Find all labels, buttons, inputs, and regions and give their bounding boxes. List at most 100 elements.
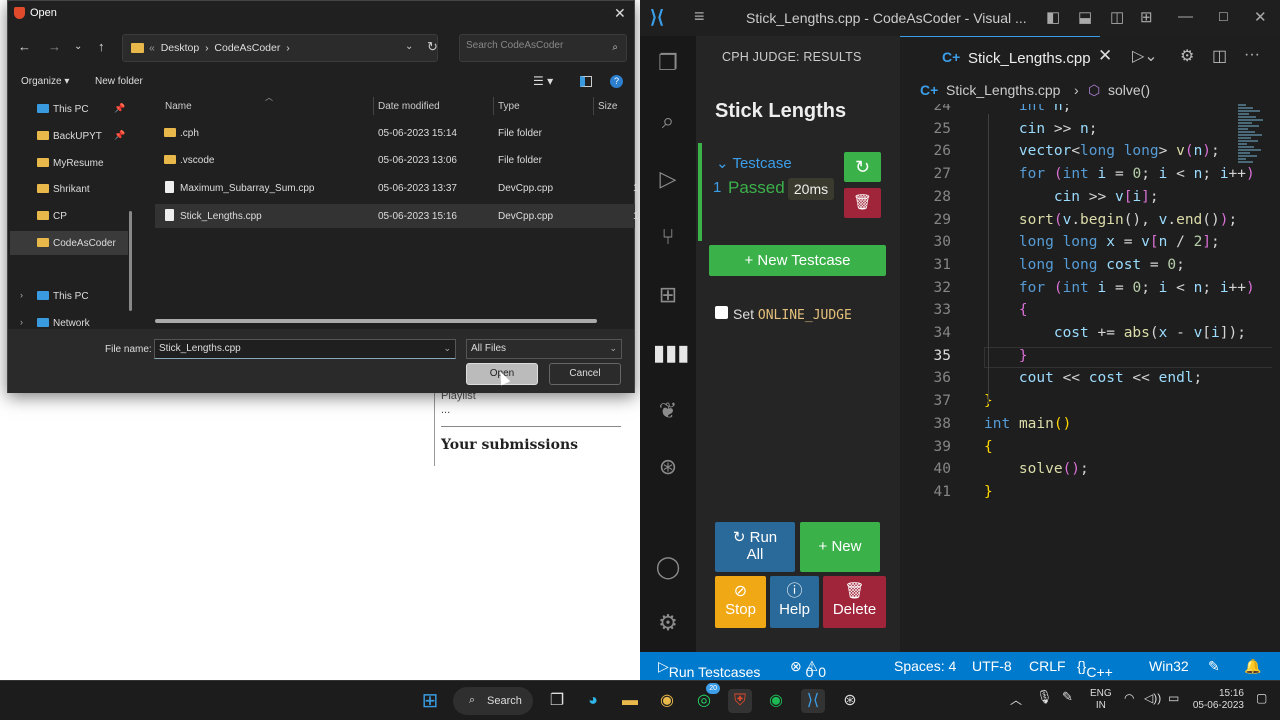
edge-icon[interactable]: ◕ — [581, 689, 605, 713]
extensions-icon[interactable]: ⊞ — [653, 280, 683, 310]
code-line[interactable]: { — [984, 302, 1028, 318]
problems-status[interactable]: ⊗ 0 ⚠ 0 — [790, 658, 826, 680]
search-icon[interactable]: ⌕ — [612, 42, 618, 53]
chevron-right-icon[interactable]: › — [20, 317, 23, 327]
task-view-icon[interactable]: ❐ — [545, 689, 569, 713]
address-bar[interactable]: « Desktop › CodeAsCoder › ⌄ — [122, 34, 438, 62]
toggle-sidebar-icon[interactable]: ◧ — [1046, 8, 1060, 26]
delete-testcase-button[interactable]: 🗑 — [844, 188, 881, 218]
notification-icon[interactable]: ▢ — [1256, 691, 1267, 705]
settings-gear-icon[interactable]: ⚙ — [653, 608, 683, 638]
volume-icon[interactable]: ◁)) — [1144, 691, 1161, 705]
nav-scrollbar[interactable] — [129, 211, 132, 311]
leaf-icon[interactable]: ❦ — [653, 396, 683, 426]
view-options-icon[interactable]: ☰ ▾ — [533, 74, 553, 88]
code-line[interactable]: int main() — [984, 416, 1071, 432]
source-control-icon[interactable]: ⑂ — [653, 222, 683, 252]
search-box[interactable]: ⌕ — [459, 34, 627, 62]
refresh-icon[interactable]: ↻ — [427, 39, 438, 55]
eol-status[interactable]: CRLF — [1029, 658, 1066, 674]
nav-item[interactable]: CodeAsCoder — [10, 231, 128, 255]
run-all-button[interactable]: ↻ Run All — [715, 522, 795, 572]
help-button[interactable]: ⓘ Help — [770, 576, 819, 628]
whatsapp-icon[interactable]: ◎ 20 — [692, 683, 720, 713]
editor-tab[interactable]: C+ Stick_Lengths.cpp — [900, 36, 1100, 78]
back-arrow-icon[interactable]: ← — [18, 39, 31, 54]
nav-item[interactable]: Shrikant — [10, 177, 128, 201]
file-row[interactable]: .vscode 05-06-2023 13:06 File folder — [155, 148, 635, 172]
nav-item[interactable]: › This PC — [10, 284, 128, 308]
horizontal-scrollbar[interactable] — [155, 319, 597, 323]
run-debug-icon[interactable]: ▷ — [653, 164, 683, 194]
wifi-icon[interactable]: ◠ — [1124, 691, 1134, 705]
cph-judge-icon[interactable]: ▮▮▮ — [653, 338, 689, 368]
code-line[interactable]: cout << cost << endl; — [984, 370, 1202, 386]
delete-button[interactable]: 🗑 Delete — [823, 576, 886, 628]
new-button[interactable]: + New — [800, 522, 880, 572]
code-editor[interactable]: 24 int n; 25 cin >> n; 26 vector<long long… — [900, 104, 1272, 652]
chrome-icon[interactable]: ◉ — [655, 689, 679, 713]
breadcrumb-desktop[interactable]: Desktop — [161, 42, 200, 54]
file-type-select[interactable]: All Files ⌄ — [466, 339, 622, 359]
file-row[interactable]: .cph 05-06-2023 15:14 File folder — [155, 121, 635, 145]
code-line[interactable]: vector<long long> v(n); — [984, 143, 1220, 159]
code-line[interactable]: } — [984, 484, 993, 500]
column-size[interactable]: Size — [598, 101, 617, 112]
minimize-icon[interactable]: — — [1178, 8, 1193, 25]
new-testcase-button[interactable]: + New Testcase — [709, 245, 886, 276]
feedback-icon[interactable]: ✎ — [1208, 658, 1220, 675]
rerun-testcase-button[interactable]: ↻ — [844, 152, 881, 182]
minimap[interactable] — [1238, 104, 1264, 164]
file-row[interactable]: Maximum_Subarray_Sum.cpp 05-06-2023 13:37… — [155, 176, 639, 200]
breadcrumb-codeascoder[interactable]: CodeAsCoder — [214, 42, 280, 54]
address-dropdown-icon[interactable]: ⌄ — [405, 41, 413, 52]
column-date-modified[interactable]: Date modified — [378, 101, 440, 112]
explorer-icon[interactable]: ❐ — [653, 48, 683, 78]
nav-item[interactable]: This PC 📌 — [10, 97, 128, 121]
pen-icon[interactable]: ✎ — [1062, 689, 1073, 705]
code-line[interactable]: sort(v.begin(), v.end()); — [984, 212, 1237, 228]
stop-button[interactable]: ⊘ Stop — [715, 576, 766, 628]
code-line[interactable]: cin >> v[i]; — [984, 189, 1159, 205]
brave-icon[interactable]: ⛨ — [728, 689, 752, 713]
git-graph-icon[interactable]: ⊛ — [653, 452, 683, 482]
up-arrow-icon[interactable]: ↑ — [98, 39, 105, 54]
chevron-down-icon[interactable]: ⌄ — [443, 343, 451, 354]
encoding-status[interactable]: UTF-8 — [972, 658, 1012, 674]
code-line[interactable]: for (int i = 0; i < n; i++) — [984, 166, 1255, 182]
spotify-icon[interactable]: ◉ — [764, 689, 788, 713]
nav-item[interactable]: BackUPYT 📌 — [10, 124, 128, 148]
code-line[interactable]: cin >> n; — [984, 121, 1098, 137]
code-line[interactable]: for (int i = 0; i < n; i++) — [984, 280, 1255, 296]
code-line[interactable]: long long x = v[n / 2]; — [984, 234, 1220, 250]
help-icon[interactable]: ? — [610, 75, 623, 88]
show-hidden-icons-icon[interactable]: ︿ — [1010, 691, 1022, 708]
obs-icon[interactable]: ⊛ — [838, 689, 862, 713]
clock[interactable]: 15:16 05-06-2023 — [1192, 688, 1244, 712]
forward-arrow-icon[interactable]: → — [48, 39, 61, 54]
nav-item[interactable]: CP — [10, 204, 128, 228]
platform-status[interactable]: Win32 — [1149, 658, 1189, 674]
search-input[interactable] — [466, 40, 606, 51]
code-line[interactable]: solve(); — [984, 461, 1089, 477]
chevron-down-icon[interactable]: ⌄ — [609, 343, 617, 354]
code-line[interactable]: int n; — [984, 104, 1071, 114]
nav-item[interactable]: MyResume — [10, 151, 128, 175]
close-window-icon[interactable]: ✕ — [1254, 8, 1267, 26]
testcase-toggle[interactable]: ⌄ Testcase — [716, 154, 792, 172]
battery-icon[interactable]: ▭ — [1168, 691, 1179, 705]
language-status[interactable]: {} C++ — [1077, 658, 1113, 680]
column-name[interactable]: Name — [165, 101, 192, 112]
code-line[interactable]: cost += abs(x - v[i]); — [984, 325, 1246, 341]
more-actions-icon[interactable]: ··· — [1244, 46, 1260, 64]
split-editor-icon[interactable]: ◫ — [1212, 46, 1227, 66]
microphone-icon[interactable]: 🎙 — [1036, 689, 1053, 705]
file-name-input[interactable]: Stick_Lengths.cpp ⌄ — [154, 339, 456, 359]
new-folder-button[interactable]: New folder — [95, 76, 143, 87]
chevron-right-icon[interactable]: › — [20, 290, 23, 300]
organize-button[interactable]: Organize ▾ — [21, 76, 69, 87]
search-icon[interactable]: ⌕ — [653, 106, 683, 136]
indentation-status[interactable]: Spaces: 4 — [894, 658, 956, 674]
account-icon[interactable]: ◯ — [653, 552, 683, 582]
run-code-icon[interactable]: ▷⌄ — [1132, 46, 1158, 66]
